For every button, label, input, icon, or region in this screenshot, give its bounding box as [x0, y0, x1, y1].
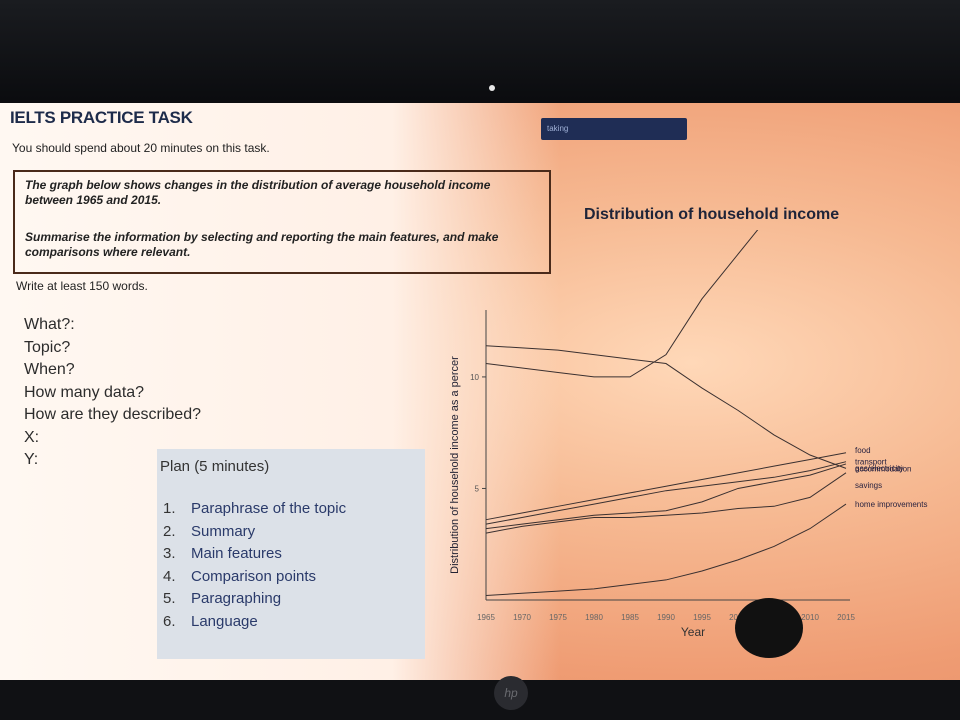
x-tick-label: 1985	[621, 613, 639, 622]
line-chart: 5101965197019751980198519901995200020052…	[449, 230, 927, 639]
series-line-savings	[485, 472, 847, 534]
page-title: IELTS PRACTICE TASK	[10, 108, 193, 127]
x-tick-label: 1965	[477, 613, 495, 622]
plan-item-text: Comparison points	[191, 567, 317, 585]
question-list: What?: Topic? When? How many data? How a…	[24, 314, 201, 472]
x-tick-label: 1975	[549, 613, 567, 622]
plan-item-number: 1.	[163, 500, 176, 517]
plan-item: 6. Language	[163, 611, 346, 634]
series-label: savings	[855, 481, 882, 490]
plan-item-text: Main features	[191, 545, 282, 562]
x-axis-label: Year	[681, 625, 705, 639]
chart-title: Distribution of household income	[584, 206, 840, 223]
tab-label-bar[interactable]: taking	[541, 118, 687, 140]
plan-item-number: 5.	[163, 590, 176, 607]
question-item: When?	[24, 361, 75, 378]
plan-item: 4. Comparison points	[163, 566, 346, 589]
time-instruction: You should spend about 20 minutes on thi…	[12, 141, 270, 155]
plan-item: 1. Paraphrase of the topic	[163, 498, 346, 521]
series-label: food	[855, 446, 871, 455]
webcam-light	[489, 85, 495, 91]
plan-item: 5. Paragraphing	[163, 588, 346, 611]
plan-item-text: Summary	[191, 522, 256, 540]
series-line-recreation	[485, 230, 759, 378]
x-tick-label: 2015	[837, 613, 855, 622]
hp-logo-icon: hp	[494, 676, 528, 710]
question-item: What?:	[24, 316, 75, 333]
x-tick-label: 2010	[801, 613, 819, 622]
plan-item-text: Language	[191, 612, 258, 630]
question-item: Topic?	[24, 338, 71, 356]
series-line-accommodation	[485, 345, 847, 469]
series-label: gas/electricity	[855, 464, 903, 473]
x-tick-label: 1995	[693, 613, 711, 622]
plan-title: Plan (5 minutes)	[160, 458, 270, 475]
plan-item-number: 2.	[163, 522, 176, 540]
plan-item-text: Paragraphing	[191, 590, 282, 607]
question-item: How many data?	[24, 383, 145, 401]
x-tick-label: 1980	[585, 613, 603, 622]
x-tick-label: 1970	[513, 613, 531, 622]
y-tick-label: 10	[470, 373, 479, 382]
plan-item-number: 6.	[163, 612, 176, 630]
question-item: X:	[24, 428, 40, 446]
monitor-bezel-top	[0, 0, 960, 100]
y-axis-label: Distribution of household income as a pe…	[449, 356, 461, 574]
series-label: home improvements	[855, 500, 927, 509]
plan-item-text: Paraphrase of the topic	[191, 500, 347, 517]
y-tick-label: 5	[475, 484, 480, 493]
monitor-bezel-bottom	[0, 680, 960, 720]
plan-item-number: 3.	[163, 545, 176, 562]
plan-item: 2. Summary	[163, 521, 346, 544]
plan-list: 1. Paraphrase of the topic 2. Summary 3. Ma…	[163, 498, 346, 633]
plan-item: 3. Main features	[163, 543, 346, 566]
question-item: How are they described?	[24, 406, 201, 423]
series-line-food	[485, 452, 847, 521]
x-tick-label: 1990	[657, 613, 675, 622]
plan-item-number: 4.	[163, 567, 176, 585]
series-line-home-improvements	[485, 503, 847, 597]
tab-label-text: taking	[547, 124, 569, 133]
plan-box: Plan (5 minutes) 1. Paraphrase of the top…	[157, 449, 425, 659]
finger-shadow	[735, 598, 803, 658]
task-description: The graph below shows changes in the dis…	[25, 178, 491, 207]
word-count-instruction: Write at least 150 words.	[16, 279, 148, 293]
